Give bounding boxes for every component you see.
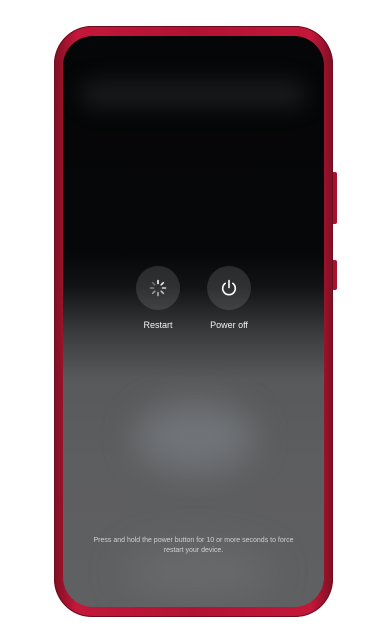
blurred-background-band	[81, 80, 306, 108]
power-menu-screen: Restart Power off Press and hold the pow…	[63, 36, 324, 607]
restart-button[interactable]	[136, 266, 180, 310]
restart-action[interactable]: Restart	[123, 266, 193, 331]
blurred-background-blob	[135, 402, 255, 472]
power-icon	[221, 279, 237, 296]
power-off-action[interactable]: Power off	[194, 266, 264, 331]
power-button	[333, 260, 337, 290]
power-off-button[interactable]	[207, 266, 251, 310]
power-off-label: Power off	[210, 320, 248, 330]
restart-spinner-icon	[149, 279, 167, 297]
phone-frame: Restart Power off Press and hold the pow…	[54, 26, 337, 617]
volume-button	[333, 172, 337, 224]
restart-label: Restart	[143, 320, 173, 330]
force-restart-hint: Press and hold the power button for 10 o…	[93, 537, 294, 554]
